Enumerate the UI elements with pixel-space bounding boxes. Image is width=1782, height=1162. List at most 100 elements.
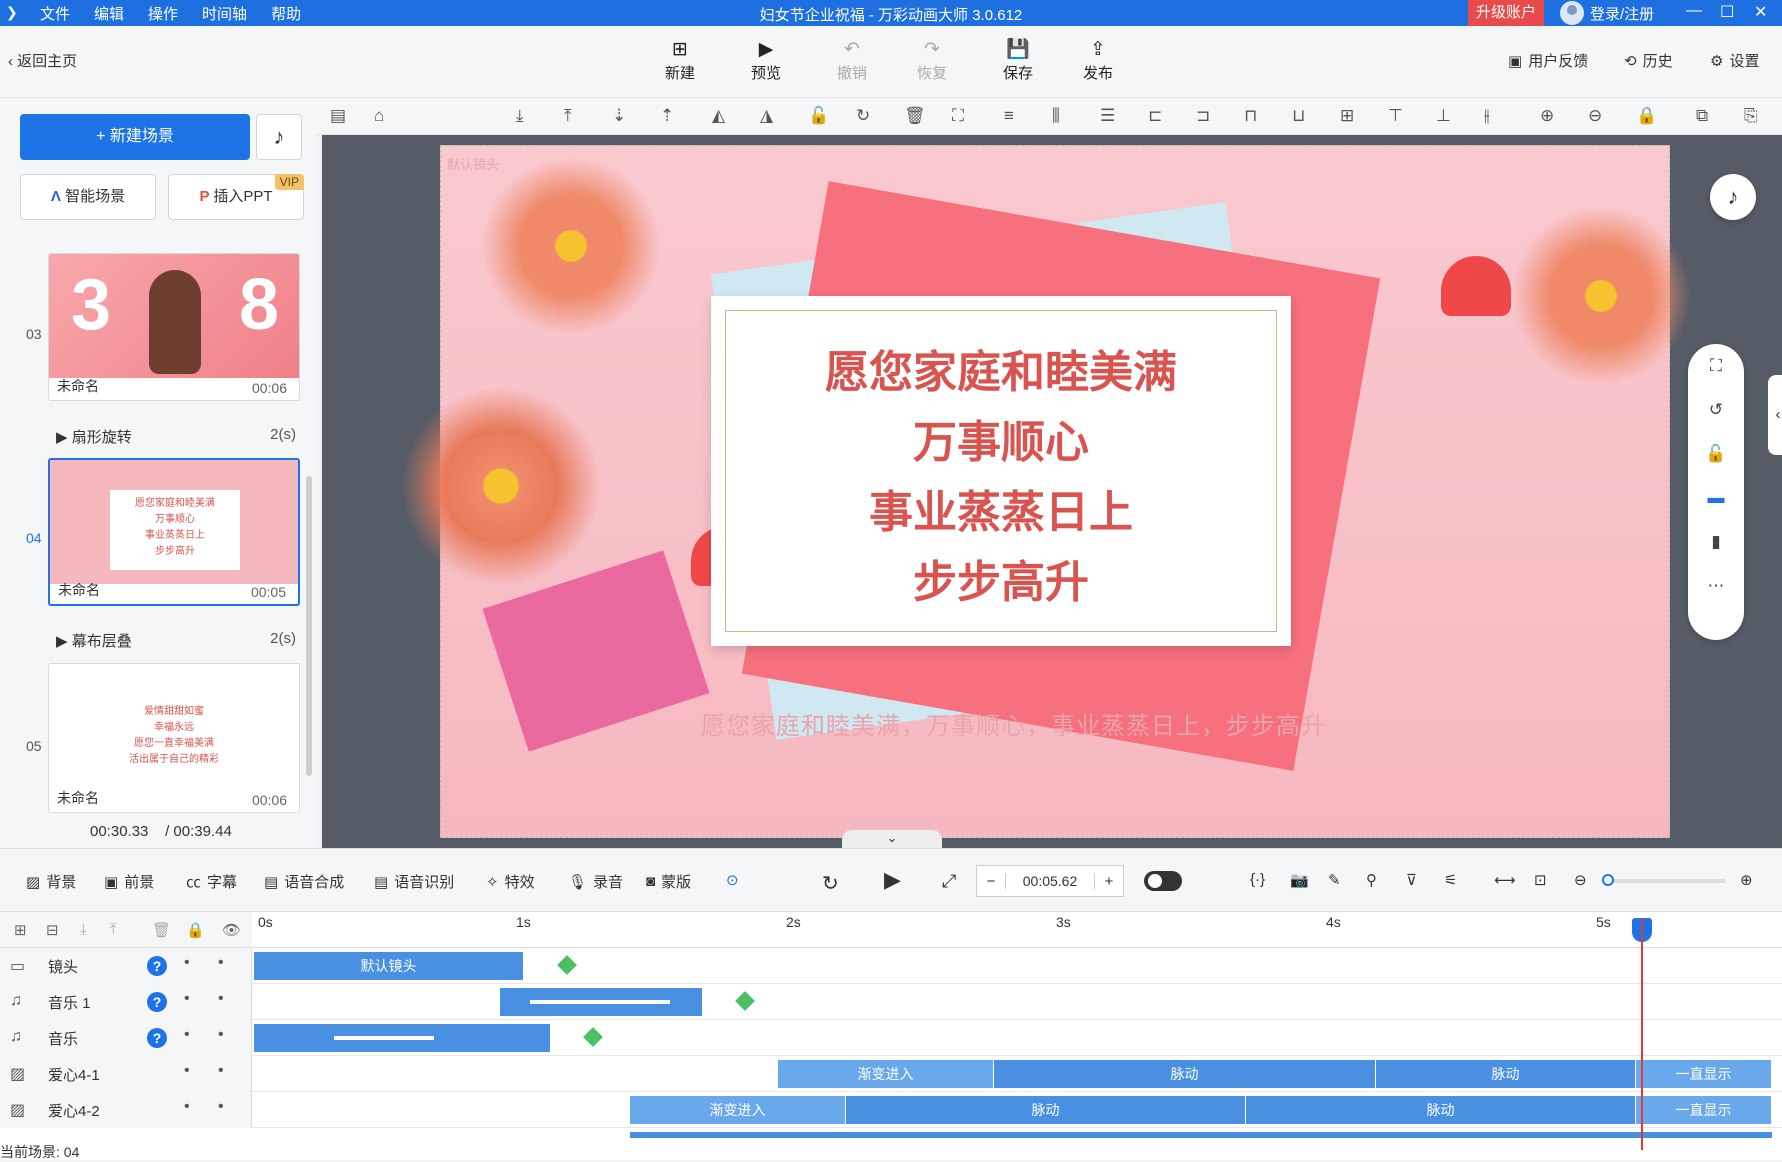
delete-icon[interactable]: 🗑 — [152, 921, 171, 939]
portrait-icon[interactable]: ▮ — [1688, 520, 1744, 564]
transition-item[interactable]: ▶ 扇形旋转 2(s) — [56, 426, 296, 447]
fullscreen-button[interactable]: ⤢ — [942, 871, 956, 892]
card-line-2[interactable]: 万事顺心 — [711, 406, 1291, 470]
card-line-1[interactable]: 愿您家庭和睦美满 — [711, 336, 1291, 400]
timeline-ruler[interactable]: 0s 1s 2s 3s 4s 5s — [252, 912, 1782, 948]
panel-expand-tab[interactable]: ‹ — [1768, 375, 1782, 455]
redo-button[interactable]: ↷ 恢复 — [902, 38, 962, 83]
track-camera[interactable]: ▭ 镜头 ? • • 默认镜头 — [0, 948, 1782, 984]
edit-icon[interactable]: ✎ — [1328, 871, 1341, 889]
align-base-icon[interactable]: ⊥ — [1436, 106, 1451, 126]
greeting-card[interactable]: 愿您家庭和睦美满 万事顺心 事业蒸蒸日上 步步高升 — [711, 296, 1291, 646]
music-float-button[interactable]: ♪ — [1710, 174, 1756, 220]
plus-icon[interactable]: + — [1095, 873, 1123, 890]
upgrade-button[interactable]: 升级账户 — [1468, 0, 1545, 26]
zoom-slider[interactable] — [1602, 874, 1726, 886]
move-up-icon[interactable]: ⇡ — [660, 106, 674, 126]
scene-card-05[interactable]: 爱情甜甜如蜜 幸福永远 愿您一直幸福美满 活出属于自己的精彩 未命名 00:06 — [48, 663, 300, 813]
asr-button[interactable]: ▤ 语音识别 — [374, 871, 454, 892]
subtitle-button[interactable]: ㏄字幕 — [186, 871, 237, 892]
card-line-3[interactable]: 事业蒸蒸日上 — [711, 476, 1291, 540]
music-button[interactable]: ♪ — [256, 114, 302, 160]
pulse-segment[interactable]: 脉动 — [994, 1060, 1376, 1088]
help-icon[interactable]: ? — [147, 1028, 167, 1048]
camera-snapshot-icon[interactable]: 📷 — [1290, 871, 1309, 889]
publish-button[interactable]: ⇪ 发布 — [1068, 38, 1128, 83]
audio-waveform[interactable] — [254, 1024, 550, 1052]
foreground-button[interactable]: ▣ 前景 — [104, 871, 154, 892]
settings-button[interactable]: ⚙ 设置 — [1710, 50, 1759, 71]
rotate-icon[interactable]: ↻ — [856, 106, 870, 126]
dot-icon[interactable]: • — [184, 990, 190, 1008]
collapse-tab[interactable]: ⌄ — [842, 830, 942, 848]
zoom-out-icon[interactable]: ⊖ — [1574, 871, 1587, 889]
pulse-segment[interactable]: 脉动 — [1246, 1096, 1636, 1124]
paste-icon[interactable]: ⎘ — [1744, 106, 1758, 126]
transition-item[interactable]: ▶ 幕布层叠 2(s) — [56, 630, 296, 651]
always-show-segment[interactable]: 一直显示 — [1636, 1060, 1772, 1088]
new-folder-icon[interactable]: ⊟ — [46, 921, 59, 939]
distribute-h-icon[interactable]: ⫼ — [1052, 106, 1060, 126]
record-button[interactable]: 🎙 录音 — [568, 871, 623, 892]
eye-icon[interactable]: 👁 — [222, 921, 241, 939]
fade-in-segment[interactable]: 渐变进入 — [778, 1060, 994, 1088]
spacing-icon[interactable]: ⫲ — [1484, 106, 1490, 126]
unlock-icon[interactable]: 🔓 — [1688, 432, 1744, 476]
track-heart-4-2[interactable]: ▨ 爱心4-2 • • 渐变进入 脉动 脉动 一直显示 — [0, 1092, 1782, 1128]
move-top-icon[interactable]: ⤒ — [564, 106, 572, 126]
audio-waveform[interactable] — [500, 988, 702, 1016]
zoom-out-icon[interactable]: ⊖ — [1588, 106, 1602, 126]
more-icon[interactable]: ⋯ — [1688, 564, 1744, 608]
tts-button[interactable]: ▤ 语音合成 — [264, 871, 344, 892]
login-button[interactable]: 登录/注册 — [1560, 1, 1654, 25]
background-button[interactable]: ▨ 背景 — [26, 871, 76, 892]
align-vcenter-icon[interactable]: ⊤ — [1388, 106, 1403, 126]
subtitle-text[interactable]: 愿您家庭和睦美满，万事顺心，事业蒸蒸日上，步步高升 — [701, 706, 1326, 741]
ruler-icon[interactable]: ▤ — [330, 106, 346, 126]
mask-button[interactable]: ◙ 蒙版 — [646, 871, 691, 892]
align-left-icon[interactable]: ⊏ — [1148, 106, 1162, 126]
filter-icon[interactable]: ⊽ — [1406, 871, 1417, 889]
flip-h-icon[interactable]: ◭ — [712, 106, 725, 126]
lock-icon[interactable]: 🔒 — [1636, 106, 1657, 126]
stage[interactable]: 默认镜头 愿您家庭和睦美满 万事顺心 事业蒸蒸日上 步步高升 愿您家庭和睦美满，… — [401, 145, 1691, 838]
new-button[interactable]: ⊞ 新建 — [650, 38, 710, 83]
add-keyframe-icon[interactable] — [583, 1027, 603, 1047]
minimize-icon[interactable]: — — [1686, 2, 1702, 20]
scene-scrollbar[interactable] — [306, 476, 312, 776]
move-down-icon[interactable]: ⤓ — [80, 921, 87, 938]
move-up-icon[interactable]: ⤒ — [110, 921, 117, 938]
maximize-icon[interactable]: ☐ — [1720, 2, 1734, 22]
crop-icon[interactable]: ⛶ — [952, 106, 964, 126]
unlock-icon[interactable]: 🔓 — [808, 106, 829, 126]
align-center-icon[interactable]: ≡ — [1004, 106, 1014, 126]
add-folder-icon[interactable]: ⊞ — [14, 921, 27, 939]
minus-icon[interactable]: − — [977, 873, 1005, 890]
help-icon[interactable]: ? — [147, 956, 167, 976]
marker-icon[interactable]: ⚲ — [1366, 871, 1377, 889]
add-keyframe-icon[interactable] — [735, 991, 755, 1011]
camera-segment[interactable]: 默认镜头 — [254, 952, 524, 980]
playhead[interactable] — [1641, 918, 1643, 1150]
dot-icon[interactable]: • — [218, 990, 224, 1008]
scene-card-03[interactable]: 3 8 未命名 00:06 — [48, 253, 300, 401]
ratio-icon[interactable]: ⊡ — [1534, 871, 1547, 889]
dot-icon[interactable]: • — [218, 1026, 224, 1044]
dot-icon[interactable]: • — [184, 954, 190, 972]
zoom-in-icon[interactable]: ⊕ — [1740, 871, 1753, 889]
help-icon[interactable]: ? — [147, 992, 167, 1012]
save-button[interactable]: 💾 保存 — [988, 38, 1048, 83]
copy-icon[interactable]: ⧉ — [1696, 106, 1708, 126]
landscape-icon[interactable]: ▬ — [1688, 476, 1744, 520]
preview-button[interactable]: ▶ 预览 — [736, 38, 796, 83]
dot-icon[interactable]: • — [184, 1062, 190, 1080]
play-button[interactable]: ▶ — [884, 867, 901, 893]
new-scene-button[interactable]: + 新建场景 — [20, 114, 250, 160]
align-bottom-icon[interactable]: ⊔ — [1292, 106, 1305, 126]
close-icon[interactable]: ✕ — [1754, 2, 1767, 22]
dot-icon[interactable]: • — [184, 1098, 190, 1116]
move-bottom-icon[interactable]: ⤓ — [516, 106, 524, 126]
move-down-icon[interactable]: ⇣ — [612, 106, 626, 126]
align-right-icon[interactable]: ⊐ — [1196, 106, 1210, 126]
adjust-icon[interactable]: ⚟ — [1444, 871, 1457, 889]
